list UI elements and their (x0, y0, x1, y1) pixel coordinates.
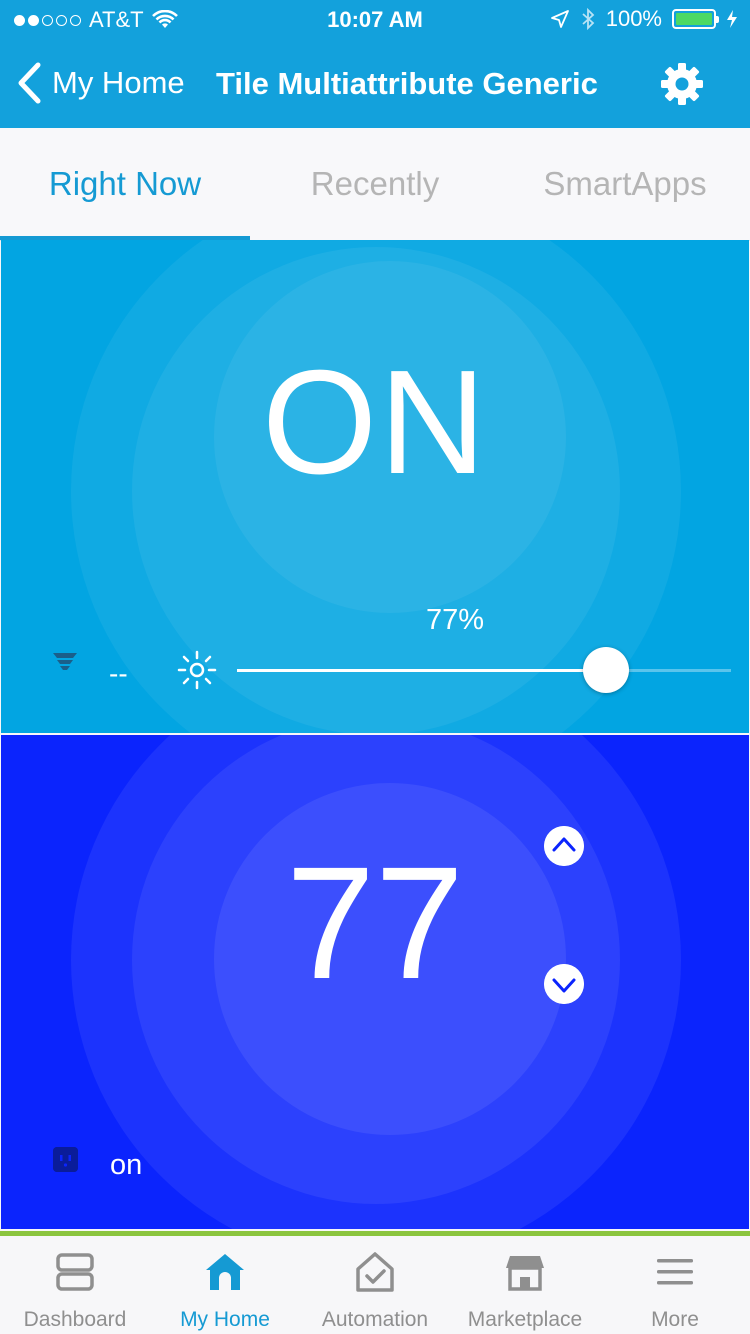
level-percent: 77% (425, 604, 485, 636)
setpoint-tile: 77 on (1, 735, 749, 1229)
bluetooth-icon (582, 7, 595, 31)
charging-icon (727, 10, 737, 28)
bottom-navigation: Dashboard My Home Automation Marketplace… (0, 1236, 750, 1334)
status-bar: AT&T 10:07 AM 100% (0, 0, 750, 40)
more-icon (657, 1259, 693, 1285)
back-button[interactable]: My Home (16, 62, 185, 104)
back-label: My Home (52, 65, 185, 100)
outlet-icon (53, 1147, 78, 1172)
home-icon (206, 1254, 244, 1290)
brightness-icon (177, 650, 217, 690)
nav-label: My Home (180, 1308, 270, 1331)
marketplace-icon (506, 1256, 544, 1291)
navigation-bar: My Home Tile Multiattribute Generic (0, 54, 750, 114)
nav-label: Marketplace (467, 1308, 583, 1331)
gear-icon[interactable] (658, 60, 706, 108)
level-slider-track[interactable] (237, 669, 731, 672)
nav-label: Automation (321, 1308, 429, 1331)
battery-percent: 100% (605, 6, 662, 31)
level-slider-fill (237, 669, 606, 672)
page-title: Tile Multiattribute Generic (216, 66, 598, 101)
decrease-button[interactable] (544, 964, 584, 1004)
battery-icon (672, 9, 719, 29)
nav-my-home[interactable]: My Home (150, 1236, 300, 1334)
tab-bar: Right Now Recently SmartApps (0, 128, 750, 241)
increase-button[interactable] (544, 826, 584, 866)
secondary-value: on (110, 1149, 143, 1181)
secondary-value: -- (109, 658, 128, 689)
nav-more[interactable]: More (600, 1236, 750, 1334)
tab-smartapps[interactable]: SmartApps (500, 128, 750, 240)
setpoint-value: 77 (286, 833, 464, 1012)
nav-dashboard[interactable]: Dashboard (0, 1236, 150, 1334)
nav-marketplace[interactable]: Marketplace (450, 1236, 600, 1334)
dashboard-icon (56, 1253, 94, 1291)
nav-automation[interactable]: Automation (300, 1236, 450, 1334)
tab-right-now[interactable]: Right Now (0, 128, 250, 240)
switch-tile[interactable]: ON 77% -- (1, 240, 749, 733)
tornado-icon (53, 653, 77, 670)
nav-label: More (651, 1308, 699, 1331)
header: AT&T 10:07 AM 100% My Home Tile Multiatt… (0, 0, 750, 128)
nav-label: Dashboard (23, 1308, 127, 1331)
chevron-left-icon (18, 62, 41, 104)
switch-state-value[interactable]: ON (1, 338, 749, 508)
automation-icon (356, 1252, 394, 1292)
location-icon (550, 10, 569, 28)
level-slider-handle[interactable] (583, 647, 629, 693)
tab-recently[interactable]: Recently (250, 128, 500, 240)
